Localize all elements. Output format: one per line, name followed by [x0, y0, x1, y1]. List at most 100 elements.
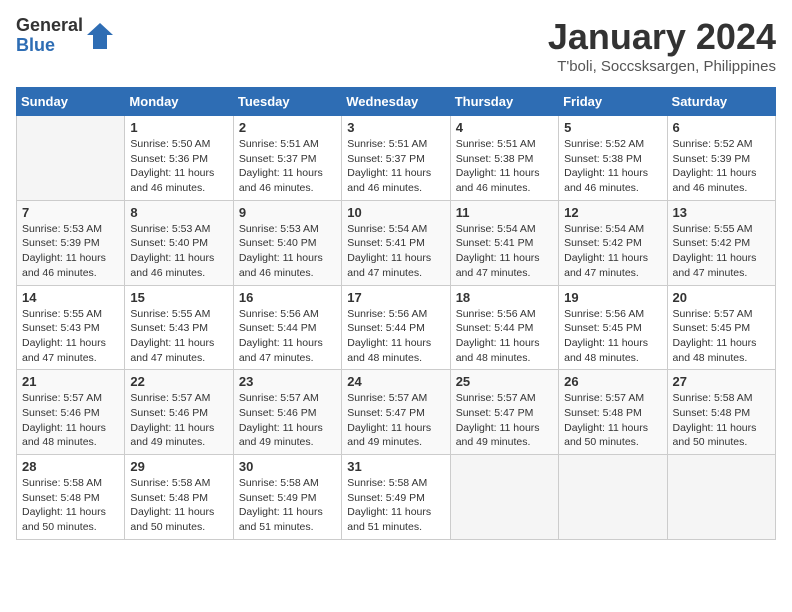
day-number: 23	[239, 374, 336, 389]
calendar-cell: 20 Sunrise: 5:57 AM Sunset: 5:45 PM Dayli…	[667, 285, 775, 370]
calendar-cell: 8 Sunrise: 5:53 AM Sunset: 5:40 PM Daylig…	[125, 200, 233, 285]
calendar-cell: 18 Sunrise: 5:56 AM Sunset: 5:44 PM Dayli…	[450, 285, 558, 370]
calendar-cell: 2 Sunrise: 5:51 AM Sunset: 5:37 PM Daylig…	[233, 116, 341, 201]
header-monday: Monday	[125, 88, 233, 116]
calendar-cell: 23 Sunrise: 5:57 AM Sunset: 5:46 PM Dayli…	[233, 370, 341, 455]
day-number: 20	[673, 290, 770, 305]
day-number: 31	[347, 459, 444, 474]
header-row: SundayMondayTuesdayWednesdayThursdayFrid…	[17, 88, 776, 116]
day-number: 2	[239, 120, 336, 135]
day-number: 17	[347, 290, 444, 305]
day-info: Sunrise: 5:55 AM Sunset: 5:43 PM Dayligh…	[130, 307, 227, 366]
day-info: Sunrise: 5:56 AM Sunset: 5:44 PM Dayligh…	[456, 307, 553, 366]
calendar-cell: 27 Sunrise: 5:58 AM Sunset: 5:48 PM Dayli…	[667, 370, 775, 455]
calendar-cell: 16 Sunrise: 5:56 AM Sunset: 5:44 PM Dayli…	[233, 285, 341, 370]
header-tuesday: Tuesday	[233, 88, 341, 116]
calendar-cell: 22 Sunrise: 5:57 AM Sunset: 5:46 PM Dayli…	[125, 370, 233, 455]
day-info: Sunrise: 5:57 AM Sunset: 5:47 PM Dayligh…	[456, 391, 553, 450]
calendar-cell: 30Sunrise: 5:58 AM Sunset: 5:49 PM Dayli…	[233, 455, 341, 540]
logo-icon	[85, 21, 115, 51]
calendar-cell: 3 Sunrise: 5:51 AM Sunset: 5:37 PM Daylig…	[342, 116, 450, 201]
day-info: Sunrise: 5:53 AM Sunset: 5:40 PM Dayligh…	[130, 222, 227, 281]
header-sunday: Sunday	[17, 88, 125, 116]
calendar-cell: 9 Sunrise: 5:53 AM Sunset: 5:40 PM Daylig…	[233, 200, 341, 285]
day-number: 24	[347, 374, 444, 389]
calendar-cell: 11 Sunrise: 5:54 AM Sunset: 5:41 PM Dayli…	[450, 200, 558, 285]
calendar-cell	[559, 455, 667, 540]
day-info: Sunrise: 5:54 AM Sunset: 5:41 PM Dayligh…	[347, 222, 444, 281]
week-row-3: 14Sunrise: 5:55 AM Sunset: 5:43 PM Dayli…	[17, 285, 776, 370]
day-info: Sunrise: 5:55 AM Sunset: 5:42 PM Dayligh…	[673, 222, 770, 281]
day-info: Sunrise: 5:56 AM Sunset: 5:44 PM Dayligh…	[239, 307, 336, 366]
location-title: T'boli, Soccsksargen, Philippines	[548, 58, 776, 75]
calendar-cell: 14Sunrise: 5:55 AM Sunset: 5:43 PM Dayli…	[17, 285, 125, 370]
calendar-cell: 31 Sunrise: 5:58 AM Sunset: 5:49 PM Dayli…	[342, 455, 450, 540]
day-info: Sunrise: 5:58 AM Sunset: 5:49 PM Dayligh…	[347, 476, 444, 535]
calendar-cell	[17, 116, 125, 201]
day-number: 15	[130, 290, 227, 305]
logo-general: General	[16, 16, 83, 36]
calendar-cell: 29 Sunrise: 5:58 AM Sunset: 5:48 PM Dayli…	[125, 455, 233, 540]
day-info: Sunrise: 5:58 AM Sunset: 5:48 PM Dayligh…	[130, 476, 227, 535]
week-row-5: 28 Sunrise: 5:58 AM Sunset: 5:48 PM Dayli…	[17, 455, 776, 540]
week-row-1: 1Sunrise: 5:50 AM Sunset: 5:36 PM Daylig…	[17, 116, 776, 201]
day-number: 13	[673, 205, 770, 220]
day-info: Sunrise: 5:57 AM Sunset: 5:46 PM Dayligh…	[22, 391, 119, 450]
day-info: Sunrise: 5:51 AM Sunset: 5:37 PM Dayligh…	[347, 137, 444, 196]
day-info: Sunrise: 5:56 AM Sunset: 5:44 PM Dayligh…	[347, 307, 444, 366]
day-info: Sunrise: 5:52 AM Sunset: 5:38 PM Dayligh…	[564, 137, 661, 196]
day-info: Sunrise: 5:58 AM Sunset: 5:49 PM Dayligh…	[239, 476, 336, 535]
day-number: 16	[239, 290, 336, 305]
header-saturday: Saturday	[667, 88, 775, 116]
header-friday: Friday	[559, 88, 667, 116]
day-info: Sunrise: 5:56 AM Sunset: 5:45 PM Dayligh…	[564, 307, 661, 366]
day-number: 10	[347, 205, 444, 220]
calendar-cell: 10 Sunrise: 5:54 AM Sunset: 5:41 PM Dayli…	[342, 200, 450, 285]
day-info: Sunrise: 5:57 AM Sunset: 5:48 PM Dayligh…	[564, 391, 661, 450]
title-block: January 2024 T'boli, Soccsksargen, Phili…	[548, 16, 776, 75]
day-info: Sunrise: 5:57 AM Sunset: 5:46 PM Dayligh…	[239, 391, 336, 450]
month-title: January 2024	[548, 16, 776, 58]
day-info: Sunrise: 5:55 AM Sunset: 5:43 PM Dayligh…	[22, 307, 119, 366]
calendar-table: SundayMondayTuesdayWednesdayThursdayFrid…	[16, 87, 776, 540]
logo-blue: Blue	[16, 36, 83, 56]
page-header: General Blue January 2024 T'boli, Soccsk…	[16, 16, 776, 75]
day-info: Sunrise: 5:52 AM Sunset: 5:39 PM Dayligh…	[673, 137, 770, 196]
day-info: Sunrise: 5:51 AM Sunset: 5:38 PM Dayligh…	[456, 137, 553, 196]
calendar-cell: 13 Sunrise: 5:55 AM Sunset: 5:42 PM Dayli…	[667, 200, 775, 285]
calendar-cell: 5Sunrise: 5:52 AM Sunset: 5:38 PM Daylig…	[559, 116, 667, 201]
calendar-cell: 19 Sunrise: 5:56 AM Sunset: 5:45 PM Dayli…	[559, 285, 667, 370]
day-number: 11	[456, 205, 553, 220]
day-info: Sunrise: 5:54 AM Sunset: 5:42 PM Dayligh…	[564, 222, 661, 281]
day-number: 22	[130, 374, 227, 389]
day-number: 19	[564, 290, 661, 305]
day-info: Sunrise: 5:54 AM Sunset: 5:41 PM Dayligh…	[456, 222, 553, 281]
calendar-cell: 28 Sunrise: 5:58 AM Sunset: 5:48 PM Dayli…	[17, 455, 125, 540]
calendar-cell: 7Sunrise: 5:53 AM Sunset: 5:39 PM Daylig…	[17, 200, 125, 285]
header-wednesday: Wednesday	[342, 88, 450, 116]
day-number: 9	[239, 205, 336, 220]
calendar-cell: 6Sunrise: 5:52 AM Sunset: 5:39 PM Daylig…	[667, 116, 775, 201]
day-info: Sunrise: 5:51 AM Sunset: 5:37 PM Dayligh…	[239, 137, 336, 196]
day-number: 28	[22, 459, 119, 474]
day-number: 26	[564, 374, 661, 389]
day-number: 29	[130, 459, 227, 474]
calendar-cell: 25Sunrise: 5:57 AM Sunset: 5:47 PM Dayli…	[450, 370, 558, 455]
logo: General Blue	[16, 16, 115, 56]
day-info: Sunrise: 5:53 AM Sunset: 5:40 PM Dayligh…	[239, 222, 336, 281]
calendar-cell: 12 Sunrise: 5:54 AM Sunset: 5:42 PM Dayli…	[559, 200, 667, 285]
day-number: 21	[22, 374, 119, 389]
day-info: Sunrise: 5:58 AM Sunset: 5:48 PM Dayligh…	[22, 476, 119, 535]
day-number: 27	[673, 374, 770, 389]
day-number: 18	[456, 290, 553, 305]
day-info: Sunrise: 5:57 AM Sunset: 5:45 PM Dayligh…	[673, 307, 770, 366]
day-info: Sunrise: 5:58 AM Sunset: 5:48 PM Dayligh…	[673, 391, 770, 450]
calendar-cell: 4Sunrise: 5:51 AM Sunset: 5:38 PM Daylig…	[450, 116, 558, 201]
day-number: 8	[130, 205, 227, 220]
calendar-cell	[667, 455, 775, 540]
day-number: 3	[347, 120, 444, 135]
day-info: Sunrise: 5:57 AM Sunset: 5:46 PM Dayligh…	[130, 391, 227, 450]
day-info: Sunrise: 5:53 AM Sunset: 5:39 PM Dayligh…	[22, 222, 119, 281]
day-number: 12	[564, 205, 661, 220]
calendar-cell: 1Sunrise: 5:50 AM Sunset: 5:36 PM Daylig…	[125, 116, 233, 201]
